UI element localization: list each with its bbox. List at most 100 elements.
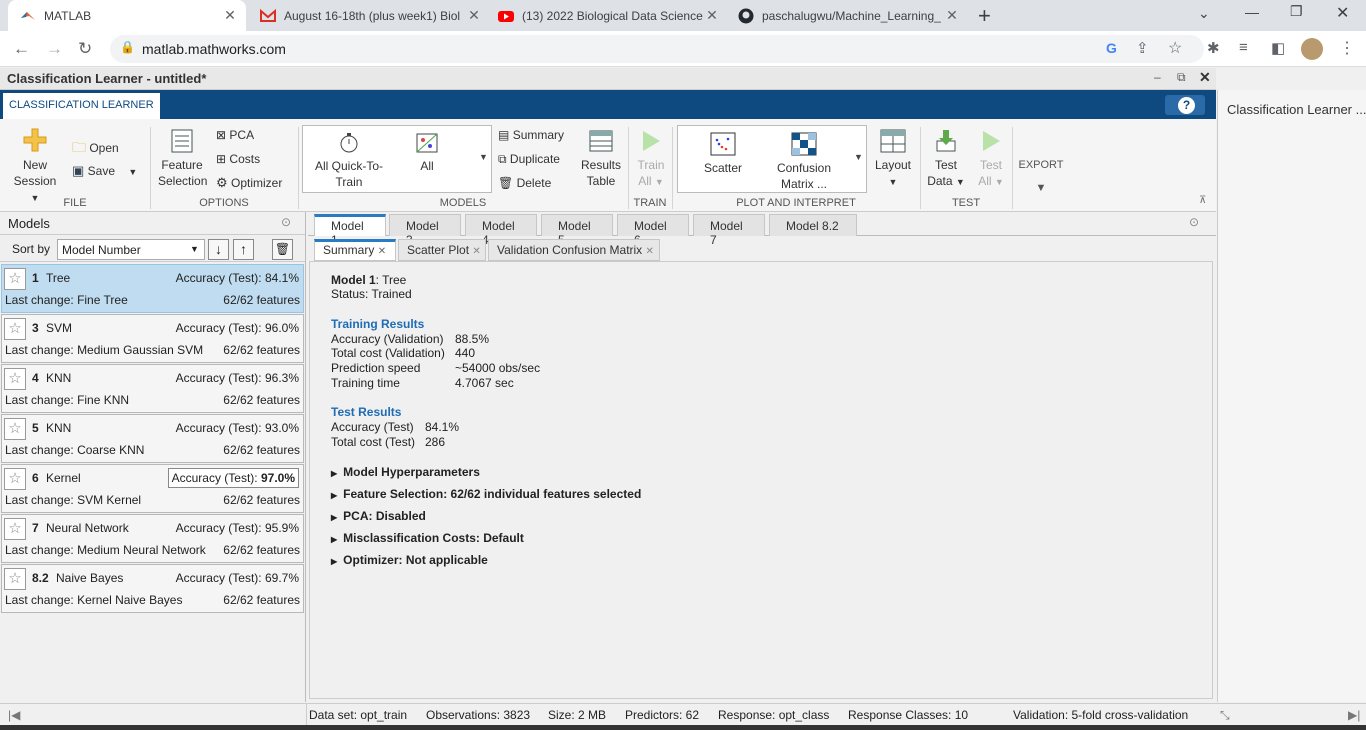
quick-label2: Train — [335, 175, 363, 189]
close-icon[interactable]: ✕ — [466, 7, 482, 24]
model-card-7[interactable]: ☆ 7 Neural Network Accuracy (Test): 95.9… — [1, 514, 304, 563]
tab-model-4[interactable]: Model 4 — [465, 214, 537, 247]
train-all-button[interactable]: Train All ▼ — [634, 129, 668, 190]
plot-gallery-dropdown-icon[interactable]: ▼ — [854, 152, 863, 162]
tab-summary[interactable]: Summary ✕ — [314, 239, 396, 261]
model-card-8-2[interactable]: ☆ 8.2 Naive Bayes Accuracy (Test): 69.7%… — [1, 564, 304, 613]
minimize-icon[interactable]: — — [1245, 4, 1259, 20]
model-card-6[interactable]: ☆ 6 Kernel Accuracy (Test): 97.0% Last c… — [1, 464, 304, 513]
restore-icon[interactable]: ❐ — [1290, 3, 1303, 20]
collapse-ribbon-icon[interactable]: ⊼ — [1199, 195, 1206, 206]
close-icon[interactable]: ✕ — [472, 246, 480, 257]
avatar[interactable] — [1301, 38, 1323, 60]
section-pca[interactable]: ▶ PCA: Disabled — [331, 509, 426, 523]
test-key: Accuracy (Test) — [331, 420, 414, 434]
reload-icon[interactable]: ↻ — [78, 39, 92, 59]
star-icon[interactable]: ☆ — [4, 418, 26, 440]
close-app-icon[interactable]: ✕ — [1199, 69, 1211, 86]
panel-options-icon[interactable]: ⊙ — [281, 215, 291, 229]
confusion-matrix-button[interactable]: Confusion Matrix ... — [770, 132, 838, 192]
optimizer-button[interactable]: ⚙ Optimizer — [216, 175, 282, 191]
close-icon[interactable]: ✕ — [944, 7, 960, 24]
forward-icon[interactable]: → — [46, 39, 63, 59]
model-card-5[interactable]: ☆ 5 KNN Accuracy (Test): 93.0% Last chan… — [1, 414, 304, 463]
star-icon[interactable]: ☆ — [4, 268, 26, 290]
tab-model-3[interactable]: Model 3 — [389, 214, 461, 247]
star-icon[interactable]: ☆ — [4, 368, 26, 390]
star-icon[interactable]: ☆ — [4, 468, 26, 490]
section-misclassification-costs[interactable]: ▶ Misclassification Costs: Default — [331, 531, 524, 545]
summary-icon: ▤ — [498, 128, 510, 142]
trash-icon[interactable]: 🗑 — [272, 239, 293, 260]
model-card-1[interactable]: ☆ 1 Tree Accuracy (Test): 84.1% Last cha… — [1, 264, 304, 313]
extensions-icon[interactable]: ✱ — [1207, 39, 1220, 57]
sort-select[interactable]: Model Number ▼ — [57, 239, 205, 260]
models-title: Models — [8, 216, 50, 231]
undock-icon[interactable]: ⧉ — [1177, 70, 1186, 85]
summary-button[interactable]: ▤ Summary — [498, 127, 564, 143]
google-icon[interactable]: G — [1106, 40, 1117, 56]
test-data-button[interactable]: Test Data ▼ — [926, 129, 966, 190]
status-bar: |◀ Data set: opt_train Observations: 382… — [0, 703, 1366, 726]
feature-selection-button[interactable]: Feature Selection — [158, 129, 207, 189]
tab-search-icon[interactable]: ⌄ — [1198, 5, 1210, 22]
delete-button[interactable]: 🗑 Delete — [498, 175, 551, 191]
collapse-left-icon[interactable]: |◀ — [8, 708, 20, 722]
section-optimizer[interactable]: ▶ Optimizer: Not applicable — [331, 553, 488, 567]
omnibox[interactable]: 🔒 matlab.mathworks.com G ⇪ ☆ — [110, 35, 1204, 63]
tab-model-7[interactable]: Model 7 — [693, 214, 765, 247]
tab-model-8-2[interactable]: Model 8.2 — [769, 214, 857, 236]
tab-model-5[interactable]: Model 5 — [541, 214, 613, 247]
test-all-button[interactable]: Test All ▼ — [974, 129, 1008, 190]
back-icon[interactable]: ← — [13, 39, 30, 59]
open-button[interactable]: 🗀 Open — [72, 139, 119, 156]
tab-model-6[interactable]: Model 6 — [617, 214, 689, 247]
browser-tab-github[interactable]: paschalugwu/Machine_Learning_ ✕ — [732, 0, 966, 31]
close-icon[interactable]: ✕ — [378, 246, 386, 257]
tab-validation-confusion-matrix[interactable]: Validation Confusion Matrix ✕ — [488, 239, 660, 261]
new-session-button[interactable]: New Session ▼ — [8, 127, 62, 206]
minimize-icon[interactable]: – — [1154, 70, 1161, 84]
close-window-icon[interactable]: ✕ — [1336, 3, 1349, 23]
bookmark-star-icon[interactable]: ☆ — [1168, 38, 1182, 58]
browser-tab-matlab[interactable]: MATLAB ✕ — [8, 0, 246, 31]
star-icon[interactable]: ☆ — [4, 318, 26, 340]
share-icon[interactable]: ⇪ — [1136, 39, 1149, 57]
status-validation: Validation: 5-fold cross-validation — [1013, 708, 1189, 722]
duplicate-button[interactable]: ⧉ Duplicate — [498, 151, 560, 167]
model-card-4[interactable]: ☆ 4 KNN Accuracy (Test): 96.3% Last chan… — [1, 364, 304, 413]
layout-button[interactable]: Layout ▼ — [872, 129, 914, 190]
help-icon[interactable]: ? — [1178, 97, 1195, 114]
results-table-button[interactable]: Results Table — [580, 129, 622, 189]
close-icon[interactable]: ✕ — [704, 7, 720, 24]
close-icon[interactable]: ✕ — [222, 7, 238, 24]
browser-tab-gmail[interactable]: August 16-18th (plus week1) Biol ✕ — [254, 0, 488, 31]
export-button[interactable]: EXPORT ▼ — [1018, 157, 1064, 203]
sort-ascending-icon[interactable]: ↓ — [208, 239, 229, 260]
star-icon[interactable]: ☆ — [4, 518, 26, 540]
gallery-dropdown-icon[interactable]: ▼ — [479, 152, 488, 162]
browser-menu-icon[interactable]: ⋮ — [1339, 38, 1355, 58]
pca-button[interactable]: ⊠ PCA — [216, 127, 254, 143]
close-icon[interactable]: ✕ — [646, 246, 654, 257]
tab-model-1[interactable]: Model 1 — [314, 214, 386, 247]
tab-classification-learner[interactable]: CLASSIFICATION LEARNER — [3, 93, 160, 119]
save-button[interactable]: ▣ Save ▼ — [72, 163, 137, 180]
all-models-button[interactable]: All — [407, 132, 447, 174]
all-quick-to-train-button[interactable]: All Quick-To- Train — [311, 132, 387, 190]
star-icon[interactable]: ☆ — [4, 568, 26, 590]
section-feature-selection[interactable]: ▶ Feature Selection: 62/62 individual fea… — [331, 487, 641, 501]
costs-button[interactable]: ⊞ Costs — [216, 151, 260, 167]
model-card-3[interactable]: ☆ 3 SVM Accuracy (Test): 96.0% Last chan… — [1, 314, 304, 363]
scatter-button[interactable]: Scatter — [696, 132, 750, 176]
resize-icon[interactable]: ⤡ — [1220, 708, 1230, 723]
reading-list-icon[interactable]: ≡ — [1239, 39, 1248, 56]
doc-options-icon[interactable]: ⊙ — [1189, 215, 1199, 229]
browser-tab-youtube[interactable]: (13) 2022 Biological Data Science ✕ — [492, 0, 726, 31]
collapse-right-icon[interactable]: ▶| — [1348, 708, 1360, 722]
side-panel-icon[interactable]: ◧ — [1271, 39, 1285, 57]
sort-descending-icon[interactable]: ↑ — [233, 239, 254, 260]
section-model-hyperparameters[interactable]: ▶ Model Hyperparameters — [331, 465, 480, 479]
new-tab-icon[interactable]: + — [978, 3, 991, 29]
tab-scatter-plot[interactable]: Scatter Plot ✕ — [398, 239, 486, 261]
